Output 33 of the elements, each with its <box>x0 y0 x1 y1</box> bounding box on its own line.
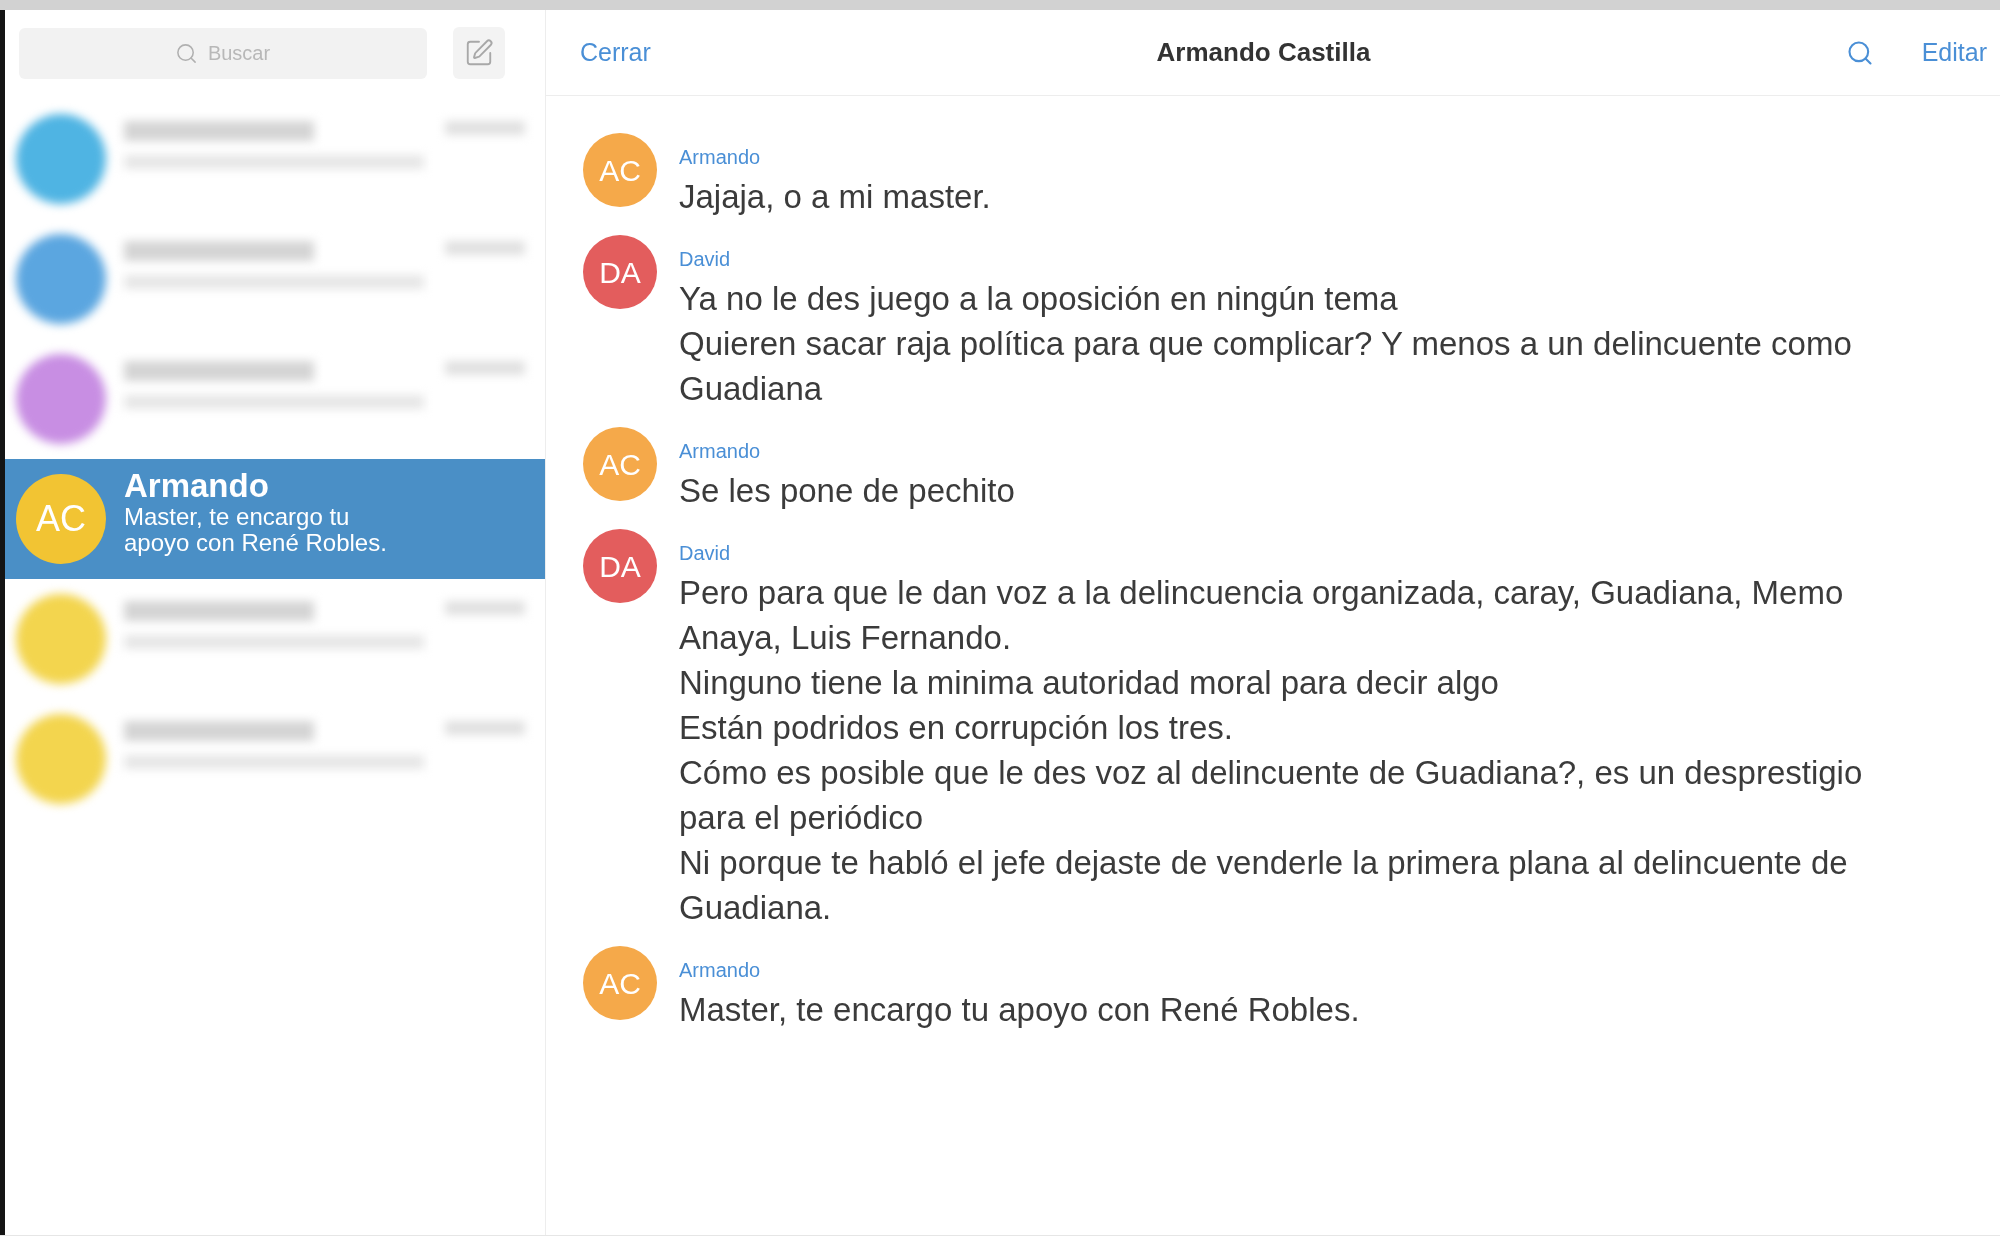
message-text: Quieren sacar raja política para que complicar? Y menos a un delincuente como Guadiana <box>679 324 1853 409</box>
search-field[interactable]: Buscar <box>19 27 427 79</box>
chat-title: Armando Castilla <box>1156 36 1371 69</box>
sender-name: David <box>679 542 731 564</box>
message-text: Cómo es posible que le des voz al delincuente de Guadiana?, es un desprestigio para el periódico <box>679 753 1864 838</box>
message-text: Jajaja, o a mi master. <box>679 177 991 217</box>
avatar-icon: AC <box>583 427 657 501</box>
message-text: Master, te encargo tu apoyo con René Robles. <box>679 990 1360 1030</box>
avatar-icon: AC <box>583 946 657 1020</box>
compose-icon <box>464 38 494 68</box>
edit-button[interactable]: Editar <box>1921 33 1987 72</box>
avatar-icon: AC <box>16 474 106 564</box>
message-text: Ni porque te habló el jefe dejaste de venderle la primera plana al delincuente de Guadiana. <box>679 843 1849 928</box>
message-text: Pero para que le dan voz a la delincuencia organizada, caray, Guadiana, Memo Anaya, Luis Fernando. <box>679 573 1845 658</box>
search-icon <box>175 41 198 65</box>
compose-button[interactable] <box>453 27 505 79</box>
sender-name: David <box>679 248 731 270</box>
avatar-icon: DA <box>583 235 657 309</box>
conversation-item[interactable]: AC Armando Master, te encargo tu apoyo con René Robles. <box>5 459 545 579</box>
sender-name: Armando <box>679 146 761 168</box>
search-button[interactable] <box>1845 38 1874 67</box>
message-text: Están podridos en corrupción los tres. <box>679 708 1233 748</box>
message-text: Ya no le des juego a la oposición en ningún tema <box>679 279 1398 319</box>
message-text: Ninguno tiene la minima autoridad moral para decir algo <box>679 663 1499 703</box>
sender-name: Armando <box>679 440 761 462</box>
search-icon <box>1845 38 1874 67</box>
message-preview: Master, te encargo tu apoyo con René Robles. <box>124 504 388 556</box>
avatar-icon: DA <box>583 529 657 603</box>
avatar-icon: AC <box>583 133 657 207</box>
sender-name: Armando <box>679 959 761 981</box>
message-text: Se les pone de pechito <box>679 471 1015 511</box>
close-button[interactable]: Cerrar <box>580 33 651 72</box>
contact-name: Armando <box>124 468 269 504</box>
